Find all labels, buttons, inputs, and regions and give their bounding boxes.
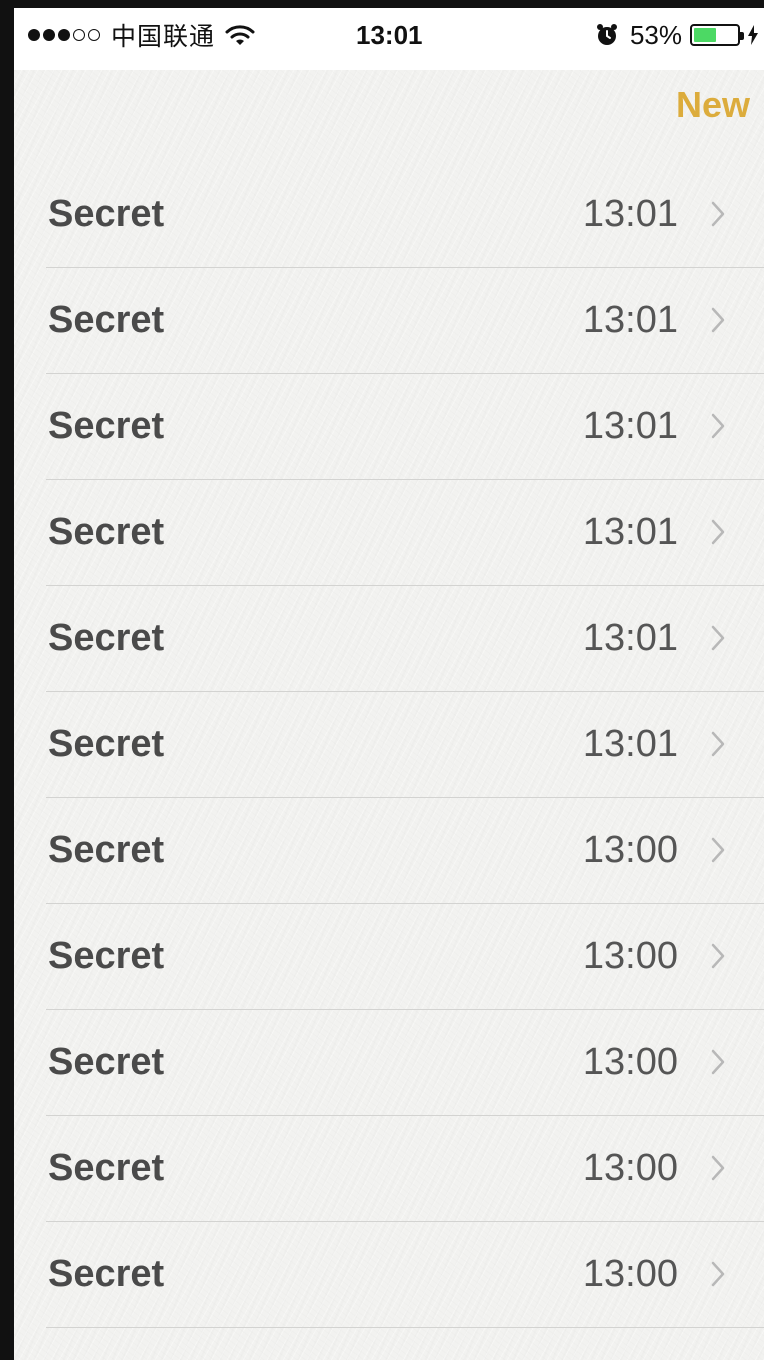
note-time: 13:01 <box>582 617 678 659</box>
battery-level-fill <box>694 28 717 42</box>
note-time: 13:00 <box>582 829 678 871</box>
note-row[interactable]: Secret 13:01 <box>14 374 764 480</box>
battery-icon <box>690 24 744 46</box>
note-row[interactable]: Secret 13:01 <box>14 268 764 374</box>
note-row[interactable]: Secret 13:01 <box>14 586 764 692</box>
note-title: Secret <box>48 1253 165 1295</box>
note-time: 13:00 <box>582 1253 678 1295</box>
signal-dot-empty <box>88 29 100 41</box>
wifi-icon <box>225 25 255 45</box>
note-row[interactable]: Secret 13:00 <box>14 1116 764 1222</box>
note-time: 13:00 <box>582 1147 678 1189</box>
note-time: 13:01 <box>582 511 678 553</box>
chevron-right-icon <box>711 307 725 333</box>
note-title: Secret <box>48 405 165 447</box>
status-time: 13:01 <box>356 20 423 50</box>
note-title: Secret <box>48 829 165 871</box>
battery-nub <box>740 32 744 40</box>
chevron-right-icon <box>711 1049 725 1075</box>
status-bar: 中国联通 13:01 53% <box>14 0 764 70</box>
signal-dot-filled <box>43 29 55 41</box>
chevron-right-icon <box>711 943 725 969</box>
note-title: Secret <box>48 617 165 659</box>
note-title: Secret <box>48 299 165 341</box>
signal-dot-filled <box>28 29 40 41</box>
note-time: 13:01 <box>582 299 678 341</box>
alarm-clock-icon <box>596 24 617 45</box>
note-row[interactable]: Secret 13:01 <box>14 480 764 586</box>
note-row[interactable]: Secret 13:00 <box>14 1010 764 1116</box>
note-row[interactable]: Secret 13:01 <box>14 692 764 798</box>
status-right: 53% <box>596 18 758 52</box>
chevron-right-icon <box>711 519 725 545</box>
notes-screen: 中国联通 13:01 53% New Secret 13:01 Secret 1… <box>0 0 764 1360</box>
notes-list: Secret 13:01 Secret 13:01 Secret 13:01 Secret 1… <box>14 162 764 1328</box>
chevron-right-icon <box>711 625 725 651</box>
carrier-name: 中国联通 <box>111 22 216 51</box>
new-note-button[interactable]: New <box>676 84 750 126</box>
note-time: 13:01 <box>582 193 678 235</box>
chevron-right-icon <box>711 731 725 757</box>
navigation-bar: New <box>14 70 764 162</box>
note-time: 13:01 <box>582 723 678 765</box>
lightning-bolt-icon <box>748 25 758 45</box>
note-title: Secret <box>48 511 165 553</box>
note-time: 13:00 <box>582 1041 678 1083</box>
note-row[interactable]: Secret 13:00 <box>14 1222 764 1328</box>
note-row[interactable]: Secret 13:01 <box>14 162 764 268</box>
note-title: Secret <box>48 1041 165 1083</box>
chevron-right-icon <box>711 837 725 863</box>
chevron-right-icon <box>711 1261 725 1287</box>
note-title: Secret <box>48 1147 165 1189</box>
note-row[interactable]: Secret 13:00 <box>14 798 764 904</box>
note-time: 13:00 <box>582 935 678 977</box>
note-title: Secret <box>48 193 165 235</box>
chevron-right-icon <box>711 201 725 227</box>
battery-percentage: 53% <box>629 19 682 50</box>
signal-dot-empty <box>73 29 85 41</box>
signal-strength-icon <box>28 29 103 41</box>
note-title: Secret <box>48 723 165 765</box>
note-title: Secret <box>48 935 165 977</box>
signal-dot-filled <box>58 29 70 41</box>
note-row[interactable]: Secret 13:00 <box>14 904 764 1010</box>
chevron-right-icon <box>711 413 725 439</box>
note-time: 13:01 <box>582 405 678 447</box>
status-left: 中国联通 <box>28 18 255 52</box>
chevron-right-icon <box>711 1155 725 1181</box>
